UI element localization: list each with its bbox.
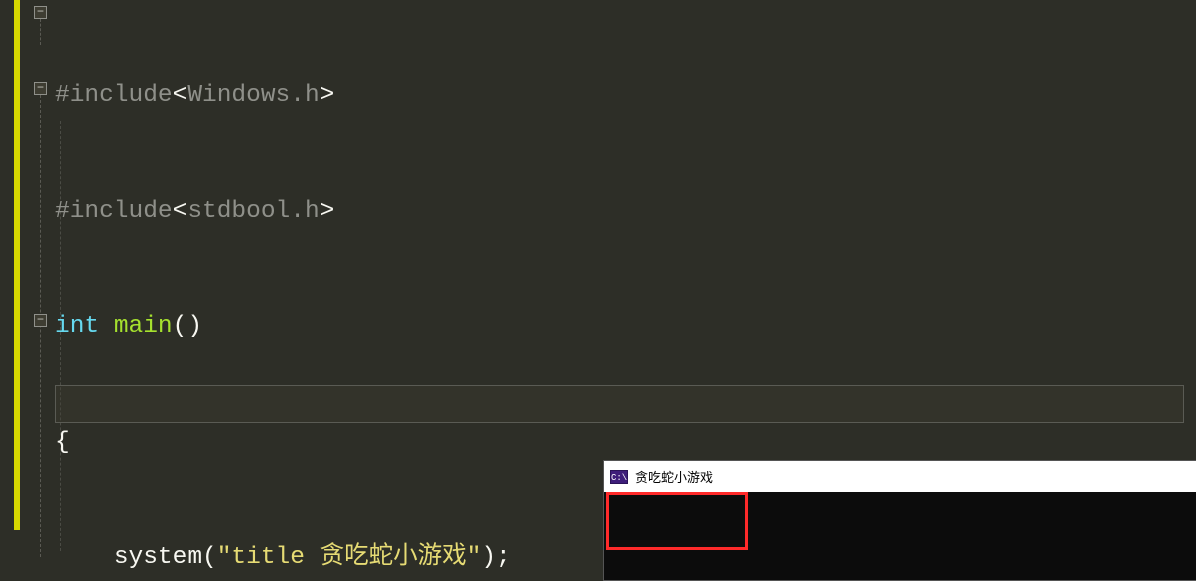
code-line[interactable]: int main() — [55, 308, 1196, 347]
function-name: main — [114, 313, 173, 340]
fold-toggle[interactable]: − — [34, 82, 47, 95]
console-title-text: 贪吃蛇小游戏 — [635, 467, 713, 486]
console-icon: C:\ — [610, 470, 628, 484]
annotation-highlight — [606, 492, 748, 550]
code-line[interactable]: #include<stdbool.h> — [55, 193, 1196, 232]
include-header: Windows.h — [187, 82, 319, 109]
console-window[interactable]: C:\ 贪吃蛇小游戏 — [603, 460, 1196, 581]
brace-open: { — [55, 429, 70, 456]
code-line[interactable]: { — [55, 424, 1196, 463]
preproc-directive: #include — [55, 198, 173, 225]
code-line[interactable]: #include<Windows.h> — [55, 77, 1196, 116]
include-header: stdbool.h — [187, 198, 319, 225]
code-editor[interactable]: − − − #include<Windows.h> #include<stdbo… — [0, 0, 1196, 581]
string-literal: "title 贪吃蛇小游戏" — [217, 544, 482, 571]
change-marker — [14, 0, 20, 530]
console-body[interactable] — [604, 492, 1196, 580]
fold-toggle[interactable]: − — [34, 6, 47, 19]
console-titlebar[interactable]: C:\ 贪吃蛇小游戏 — [604, 461, 1196, 492]
function-name: system — [114, 544, 202, 571]
type-keyword: int — [55, 313, 99, 340]
preproc-directive: #include — [55, 82, 173, 109]
editor-gutter: − − − — [0, 0, 55, 581]
fold-line — [40, 19, 41, 45]
fold-toggle[interactable]: − — [34, 314, 47, 327]
